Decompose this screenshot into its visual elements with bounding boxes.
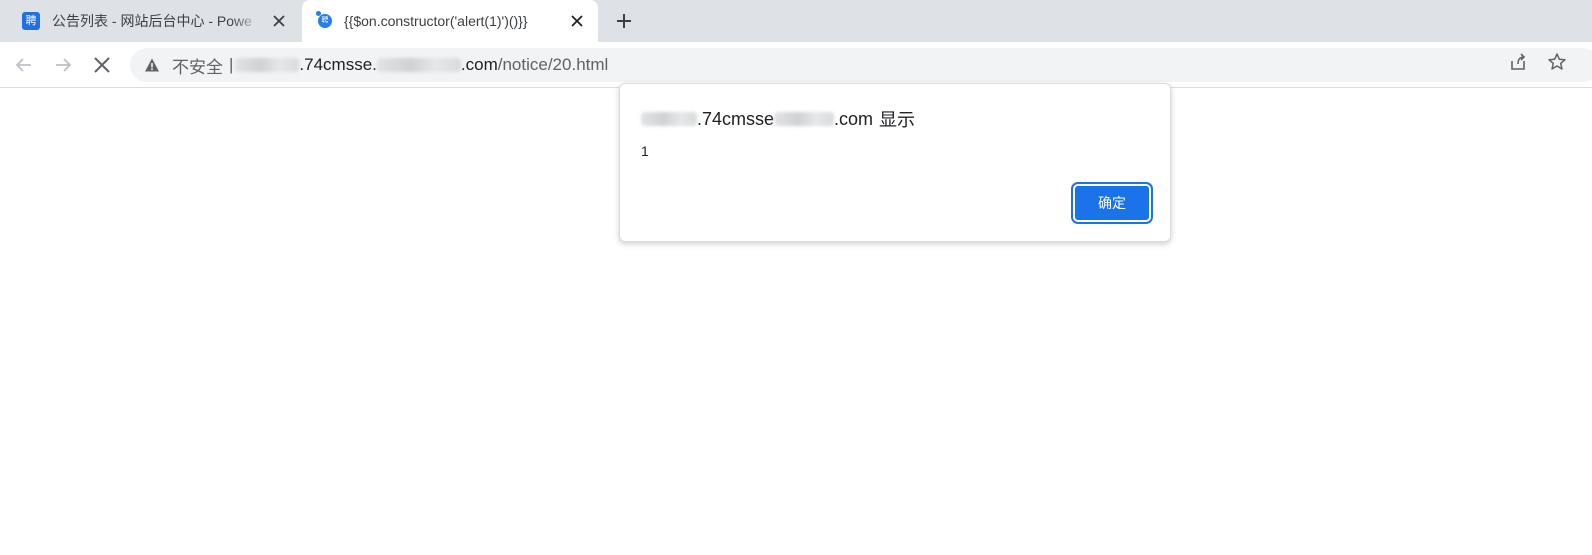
- share-icon: [1511, 53, 1526, 70]
- redacted-text: [376, 58, 461, 72]
- alert-dialog: .74cmsse .com 显示 1 确定: [619, 83, 1171, 242]
- redacted-text: [641, 112, 697, 126]
- share-button[interactable]: [1506, 50, 1530, 74]
- bookmark-star-icon: [1548, 53, 1566, 70]
- url-separator: |: [229, 55, 234, 74]
- bookmark-button[interactable]: [1545, 50, 1569, 74]
- url-path: /notice/20.html: [497, 55, 609, 74]
- browser-toolbar: 不安全 | .74cmsse. .com /notice/20.html: [0, 42, 1592, 88]
- dialog-title: .74cmsse .com 显示: [641, 106, 915, 132]
- redacted-text: [235, 58, 300, 72]
- back-button[interactable]: [9, 50, 39, 80]
- url-text[interactable]: .74cmsse. .com /notice/20.html: [235, 55, 608, 75]
- url-host-part: .com: [460, 55, 498, 74]
- close-icon[interactable]: [566, 10, 588, 32]
- forward-button[interactable]: [48, 50, 78, 80]
- plus-icon: [617, 14, 631, 28]
- dialog-origin-part: .74cmsse: [697, 108, 775, 129]
- url-host-part: .74cmsse.: [299, 55, 377, 74]
- back-arrow-icon: [15, 58, 31, 72]
- close-icon[interactable]: [268, 10, 290, 32]
- dialog-origin-part: .com: [834, 108, 874, 129]
- ok-button[interactable]: 确定: [1073, 184, 1151, 222]
- not-secure-label[interactable]: 不安全: [172, 53, 223, 78]
- address-bar[interactable]: 不安全 | .74cmsse. .com /notice/20.html: [130, 48, 1592, 82]
- dialog-message: 1: [641, 143, 649, 159]
- tab-notice-list[interactable]: 聘 公告列表 - 网站后台中心 - Powe: [8, 0, 300, 42]
- new-tab-button[interactable]: [610, 7, 638, 35]
- favicon-icon: 聘: [316, 11, 332, 28]
- stop-loading-icon: [94, 57, 110, 73]
- tab-title: {{$on.constructor('alert(1)')()}}: [344, 13, 528, 29]
- tab-current-page[interactable]: 聘 {{$on.constructor('alert(1)')()}}: [302, 0, 598, 42]
- forward-arrow-icon: [56, 58, 72, 72]
- stop-button[interactable]: [87, 50, 117, 80]
- not-secure-warning-icon[interactable]: [144, 57, 160, 73]
- favicon-icon: 聘: [22, 12, 40, 30]
- tab-title: 公告列表 - 网站后台中心 - Powe: [52, 13, 252, 29]
- redacted-text: [774, 112, 835, 126]
- tab-strip: 聘 公告列表 - 网站后台中心 - Powe 聘 {{$on.construct…: [0, 0, 1592, 42]
- dialog-title-suffix: 显示: [879, 110, 916, 130]
